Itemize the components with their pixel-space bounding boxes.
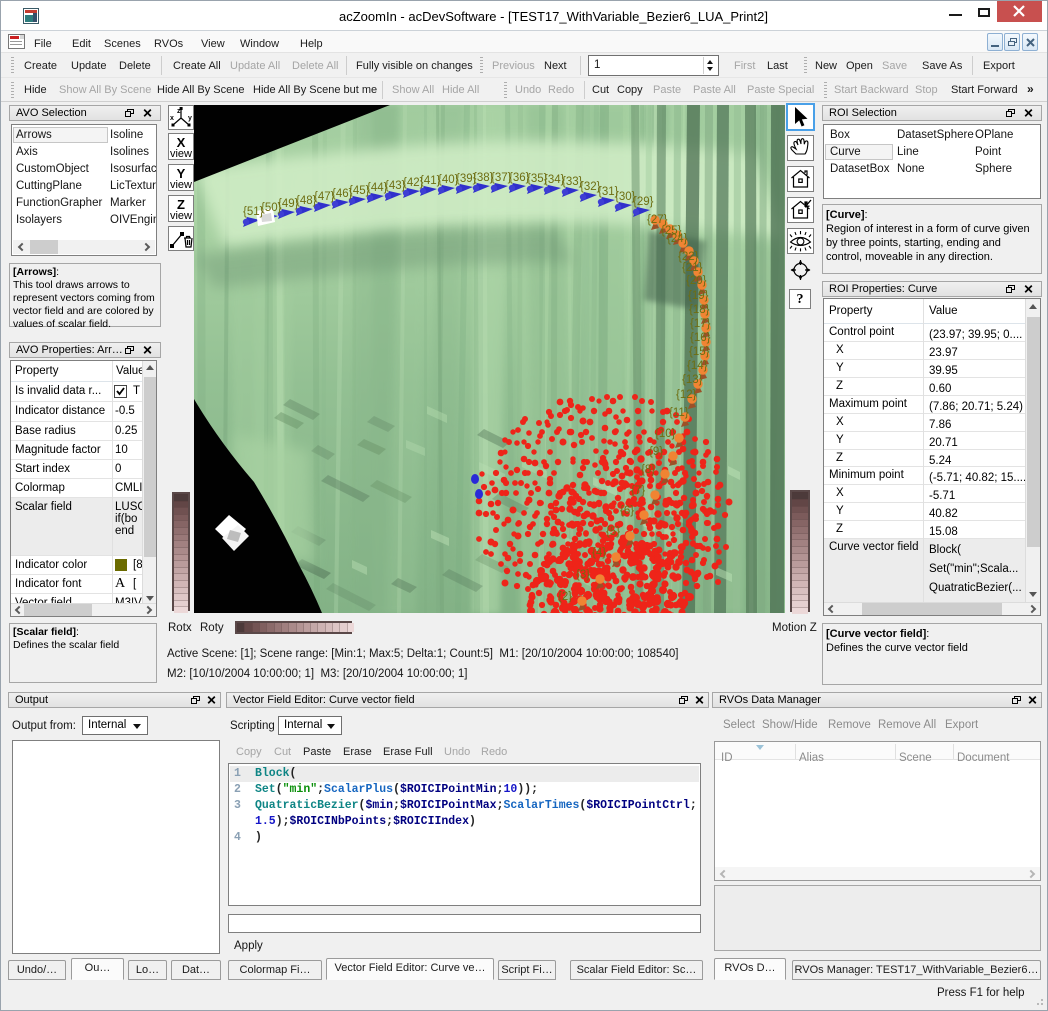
svg-text:{3}: {3} <box>576 569 590 581</box>
svg-text:{15}: {15} <box>689 346 710 358</box>
svg-text:y: y <box>188 115 192 122</box>
svg-text:{16}: {16} <box>690 332 711 344</box>
svg-text:{4}: {4} <box>592 547 606 559</box>
svg-text:x: x <box>170 115 174 122</box>
svg-text:{6}: {6} <box>620 505 634 517</box>
svg-text:{7}: {7} <box>631 485 645 497</box>
svg-text:{29}: {29} <box>633 196 654 208</box>
svg-text:{9}: {9} <box>649 446 663 458</box>
svg-text:{2}: {2} <box>558 591 572 603</box>
svg-text:{18}: {18} <box>689 304 710 316</box>
svg-text:{20}: {20} <box>686 275 707 287</box>
svg-text:z: z <box>177 108 181 115</box>
svg-text:{14}: {14} <box>687 360 708 372</box>
svg-text:{19}: {19} <box>688 290 709 302</box>
svg-text:{13}: {13} <box>682 374 703 386</box>
svg-text:{12}: {12} <box>676 389 697 401</box>
svg-text:{24}: {24} <box>667 233 688 245</box>
svg-text:{5}: {5} <box>606 526 620 538</box>
svg-text:{8}: {8} <box>641 464 655 476</box>
svg-text:{17}: {17} <box>690 318 711 330</box>
svg-text:{11}: {11} <box>669 407 689 419</box>
svg-text:{10}: {10} <box>655 428 676 440</box>
svg-text:{21}: {21} <box>682 262 703 274</box>
